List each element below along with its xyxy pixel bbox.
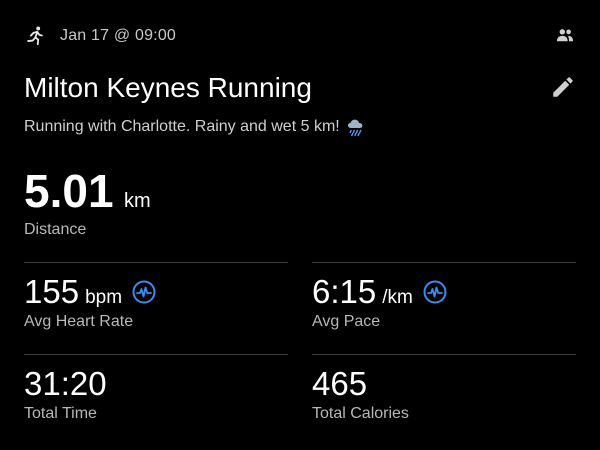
- heart-rate-stat: 155 bpm Avg Heart Rate: [24, 272, 156, 332]
- divider: [312, 354, 576, 355]
- activity-header: Jan 17 @ 09:00: [24, 22, 576, 50]
- activity-title: Milton Keynes Running: [24, 72, 312, 103]
- distance-value: 5.01: [24, 165, 114, 217]
- pace-unit: /km: [382, 287, 413, 308]
- group-icon[interactable]: [556, 27, 574, 43]
- total-time-label: Total Time: [24, 405, 97, 422]
- heart-rate-value: 155: [24, 273, 80, 310]
- divider: [24, 354, 288, 355]
- rain-cloud-icon: [347, 119, 363, 137]
- title-row: Milton Keynes Running: [24, 70, 576, 110]
- total-calories-label: Total Calories: [312, 405, 409, 422]
- total-calories-stat: 465 Total Calories: [312, 364, 409, 424]
- pace-stat: 6:15 /km Avg Pace: [312, 272, 447, 332]
- distance-stat: 5.01 km Distance: [24, 166, 151, 240]
- divider: [312, 262, 576, 263]
- total-time-value: 31:20: [24, 365, 107, 402]
- pace-value: 6:15: [312, 273, 377, 310]
- activity-description-row: Running with Charlotte. Rainy and wet 5 …: [24, 116, 366, 138]
- divider: [24, 262, 288, 263]
- distance-label: Distance: [24, 221, 87, 238]
- activity-date: Jan 17 @ 09:00: [60, 27, 177, 44]
- heart-rate-chart-icon[interactable]: [132, 280, 156, 304]
- total-calories-value: 465: [312, 365, 368, 402]
- total-time-stat: 31:20 Total Time: [24, 364, 107, 424]
- pace-label: Avg Pace: [312, 313, 381, 330]
- running-icon: [27, 26, 43, 46]
- pace-chart-icon[interactable]: [423, 280, 447, 304]
- heart-rate-unit: bpm: [85, 287, 123, 308]
- activity-description: Running with Charlotte. Rainy and wet 5 …: [24, 118, 340, 135]
- pencil-icon[interactable]: [550, 74, 576, 100]
- distance-unit: km: [123, 190, 151, 212]
- heart-rate-label: Avg Heart Rate: [24, 313, 134, 330]
